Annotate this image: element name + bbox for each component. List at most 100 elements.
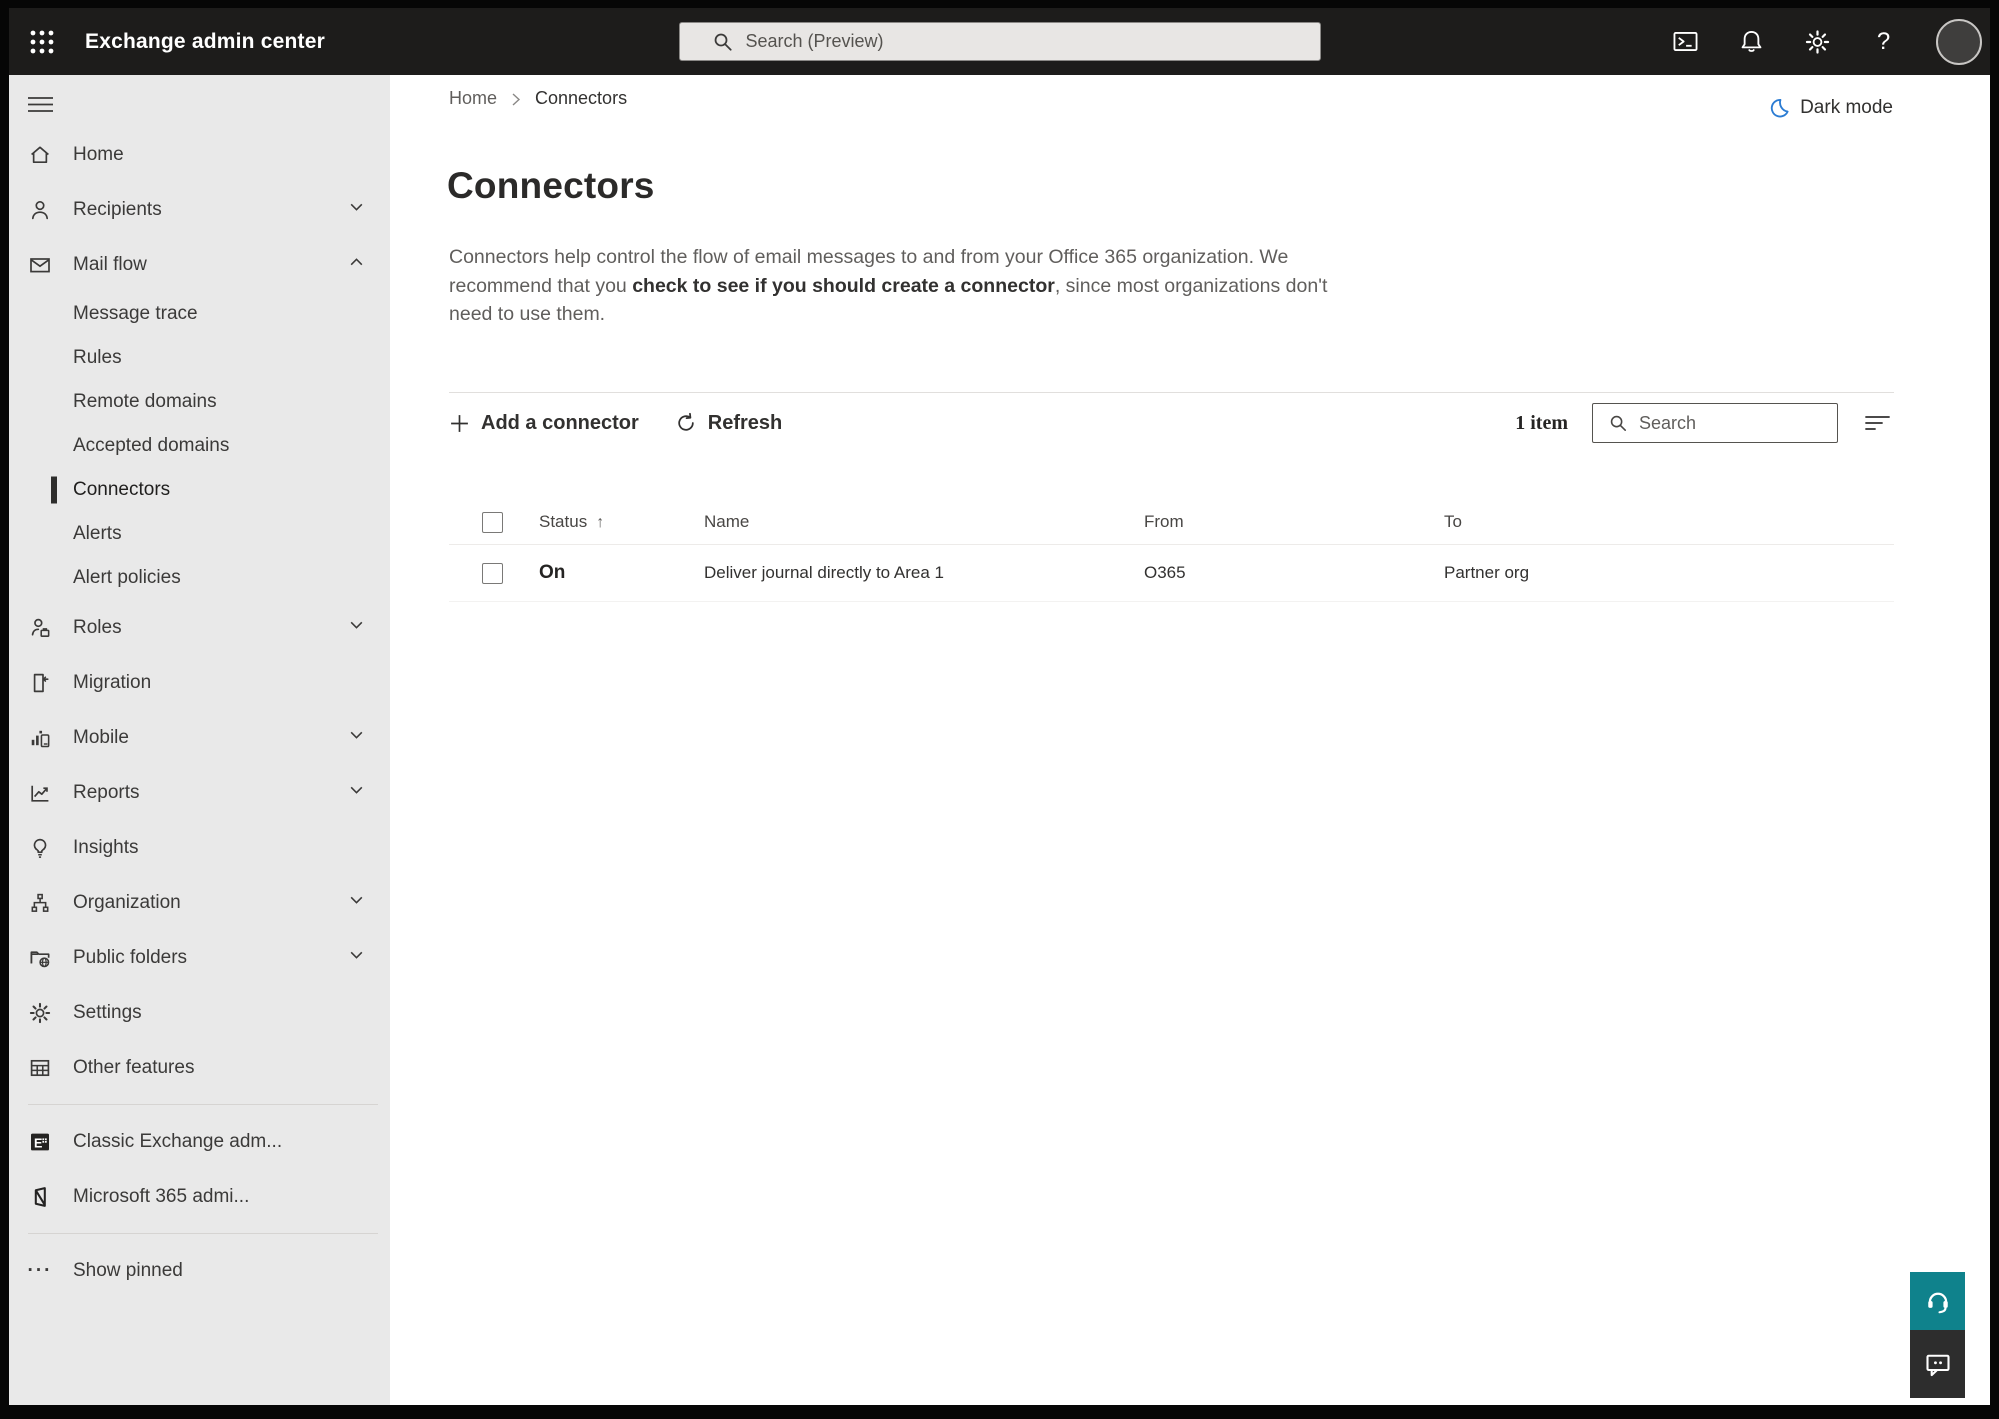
sidebar-item-public-folders[interactable]: Public folders <box>9 930 390 985</box>
row-to: Partner org <box>1444 563 1530 582</box>
hamburger-icon <box>28 96 53 112</box>
chevron-up-icon <box>348 253 365 276</box>
column-header-name[interactable]: Name <box>704 512 1144 532</box>
sidebar-divider <box>28 1104 378 1105</box>
dark-mode-label: Dark mode <box>1800 97 1893 118</box>
gear-icon <box>28 1001 52 1025</box>
chat-bubble-icon <box>1925 1354 1950 1377</box>
description-emphasis: check to see if you should create a conn… <box>632 274 1055 297</box>
sidebar-item-mail-flow[interactable]: Mail flow <box>9 237 390 292</box>
gear-icon <box>1805 29 1830 54</box>
support-button[interactable] <box>1910 1272 1965 1330</box>
sidebar-item-reports[interactable]: Reports <box>9 765 390 820</box>
select-all-checkbox[interactable] <box>482 511 503 533</box>
exchange-admin-center-window: Exchange admin center Search (Preview) ?… <box>9 8 1990 1405</box>
app-launcher-button[interactable] <box>19 19 65 65</box>
row-checkbox[interactable] <box>482 562 503 584</box>
item-count: 1 item <box>1515 411 1568 434</box>
chevron-down-icon <box>348 946 365 969</box>
filter-button[interactable] <box>1860 406 1894 440</box>
list-search-box[interactable] <box>1592 403 1838 443</box>
sidebar-item-connectors[interactable]: Connectors <box>9 468 390 512</box>
notifications-button[interactable] <box>1738 28 1765 55</box>
floating-action-buttons <box>1910 1272 1965 1398</box>
svg-text:E: E <box>34 1136 42 1150</box>
refresh-icon <box>678 412 694 431</box>
waffle-icon <box>30 30 54 53</box>
plus-icon <box>451 414 468 432</box>
global-search-box[interactable] <box>678 22 1321 61</box>
topbar-actions: ? <box>1672 8 1982 75</box>
help-icon: ? <box>1876 27 1891 55</box>
section-divider <box>449 392 1894 393</box>
sort-ascending-icon: ↑ <box>596 514 605 531</box>
dark-mode-toggle[interactable]: Dark mode <box>1766 96 1893 120</box>
home-icon <box>28 143 52 167</box>
global-search-input[interactable] <box>745 31 1306 52</box>
person-icon <box>28 198 52 222</box>
folder-globe-icon <box>28 946 52 970</box>
breadcrumb-chevron-icon <box>510 92 522 107</box>
refresh-button[interactable]: Refresh <box>675 412 782 435</box>
table-row[interactable]: On Deliver journal directly to Area 1 O3… <box>449 545 1894 602</box>
search-icon <box>1610 415 1627 431</box>
moon-icon <box>1770 98 1789 118</box>
page-description: Connectors help control the flow of emai… <box>449 246 1328 325</box>
sidebar-item-organization[interactable]: Organization <box>9 875 390 930</box>
powershell-button[interactable] <box>1672 28 1699 55</box>
chevron-down-icon <box>348 726 365 749</box>
sidebar-item-alert-policies[interactable]: Alert policies <box>9 556 390 600</box>
sidebar-item-home[interactable]: Home <box>9 127 390 182</box>
column-header-from[interactable]: From <box>1144 512 1444 532</box>
list-search-input[interactable] <box>1639 412 1837 434</box>
headset-icon <box>1927 1292 1948 1314</box>
sidebar-item-accepted-domains[interactable]: Accepted domains <box>9 424 390 468</box>
sidebar-item-settings[interactable]: Settings <box>9 985 390 1040</box>
sidebar-divider <box>28 1233 378 1234</box>
chevron-down-icon <box>348 616 365 639</box>
add-connector-button[interactable]: Add a connector <box>449 412 639 435</box>
breadcrumb-home-link[interactable]: Home <box>449 88 497 109</box>
mobile-icon <box>28 726 52 750</box>
sidebar-item-show-pinned[interactable]: ··· Show pinned <box>9 1243 390 1298</box>
table-header-row: Status ↑ Name From To <box>449 500 1894 545</box>
feedback-button[interactable] <box>1910 1330 1965 1398</box>
list-toolbar: Add a connector Refresh 1 item <box>449 403 1894 443</box>
account-avatar[interactable] <box>1936 18 1982 65</box>
top-bar: Exchange admin center Search (Preview) ? <box>9 8 1990 75</box>
mail-icon <box>28 253 52 277</box>
sidebar-item-recipients[interactable]: Recipients <box>9 182 390 237</box>
sidebar-item-insights[interactable]: Insights <box>9 820 390 875</box>
sidebar-item-remote-domains[interactable]: Remote domains <box>9 380 390 424</box>
left-navigation: Home Recipients Mail flow Message trace … <box>9 75 390 1405</box>
sidebar-item-alerts[interactable]: Alerts <box>9 512 390 556</box>
sidebar-item-message-trace[interactable]: Message trace <box>9 292 390 336</box>
settings-button[interactable] <box>1804 28 1831 55</box>
chevron-down-icon <box>348 891 365 914</box>
migration-icon <box>28 671 52 695</box>
sidebar-item-rules[interactable]: Rules <box>9 336 390 380</box>
sidebar-item-migration[interactable]: Migration <box>9 655 390 710</box>
collapse-nav-button[interactable] <box>28 91 72 117</box>
row-name[interactable]: Deliver journal directly to Area 1 <box>704 563 1144 583</box>
row-from: O365 <box>1144 563 1186 582</box>
page-title: Connectors <box>447 165 655 206</box>
chevron-down-icon <box>348 198 365 221</box>
sidebar-item-classic-exchange-admin[interactable]: E Classic Exchange adm... <box>9 1114 390 1169</box>
help-button[interactable]: ? <box>1870 28 1897 55</box>
terminal-icon <box>1673 31 1698 52</box>
line-chart-icon <box>28 781 52 805</box>
m365-logo-icon <box>28 1185 52 1209</box>
sidebar-item-mobile[interactable]: Mobile <box>9 710 390 765</box>
sidebar-item-roles[interactable]: Roles <box>9 600 390 655</box>
sidebar-item-other-features[interactable]: Other features <box>9 1040 390 1095</box>
connectors-table: Status ↑ Name From To On Deliver journal … <box>449 500 1894 602</box>
app-title: Exchange admin center <box>85 29 325 53</box>
org-chart-icon <box>28 891 52 915</box>
breadcrumb-current: Connectors <box>535 88 628 108</box>
lightbulb-icon <box>28 836 52 860</box>
column-header-to[interactable]: To <box>1444 512 1894 532</box>
column-header-status[interactable]: Status ↑ <box>539 512 704 532</box>
exchange-logo-icon: E <box>28 1130 52 1154</box>
sidebar-item-microsoft-365-admin[interactable]: Microsoft 365 admi... <box>9 1169 390 1224</box>
